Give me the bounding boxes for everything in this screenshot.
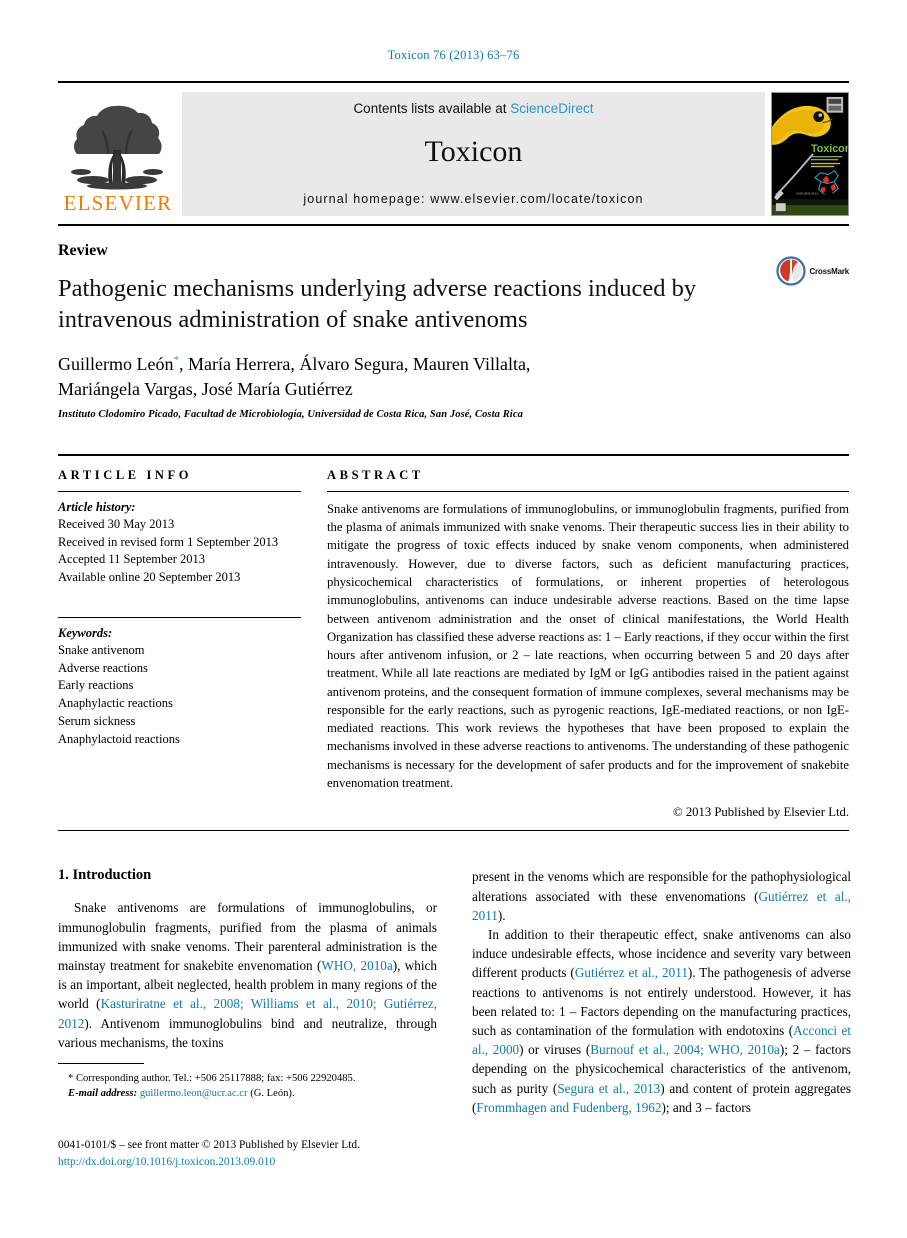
email-label: E-mail address: (68, 1088, 138, 1100)
history-received: Received 30 May 2013 (58, 516, 175, 531)
history-revised: Received in revised form 1 September 201… (58, 534, 279, 549)
keyword-item: Anaphylactoid reactions (58, 731, 180, 746)
running-head: Toxicon 76 (2013) 63–76 (387, 48, 520, 62)
corresponding-author-note: * Corresponding author. Tel.: +506 25117… (68, 1073, 356, 1084)
keyword-item: Early reactions (58, 678, 134, 693)
keyword-item: Anaphylactic reactions (58, 696, 173, 711)
authors-line1-rest: , María Herrera, Álvaro Segura, Mauren V… (178, 353, 531, 374)
right2-text-c: ) or viruses ( (519, 1042, 591, 1058)
contents-prefix: Contents lists available at (353, 101, 511, 116)
email-note: E-mail address: guillermo.leon@ucr.ac.cr… (58, 1086, 437, 1101)
abstract-bottom-rule (58, 830, 849, 832)
title-block: Review Pathogenic mechanisms underlying … (58, 226, 849, 420)
journal-title: Toxicon (424, 135, 523, 168)
keyword-item: Serum sickness (58, 713, 136, 728)
article-history-label: Article history: (58, 499, 136, 514)
elsevier-logo: ELSEVIER (58, 92, 178, 216)
info-abstract-section: ARTICLE INFO Article history: Received 3… (58, 453, 849, 821)
svg-text:Toxicon: Toxicon (811, 143, 848, 155)
copyright-line: © 2013 Published by Elsevier Ltd. (673, 805, 849, 820)
section-heading-introduction: 1. Introduction (58, 867, 152, 884)
elsevier-wordmark: ELSEVIER (63, 191, 173, 215)
crossmark-badge[interactable]: CrossMark (776, 256, 849, 286)
article-info-rule (58, 490, 301, 492)
page-title: Pathogenic mechanisms underlying adverse… (58, 275, 697, 333)
elsevier-tree-icon (71, 105, 163, 190)
footnote-rule (58, 1063, 144, 1064)
citation-link[interactable]: WHO, 2010a (321, 958, 392, 973)
right-text-b: ). (497, 907, 506, 923)
sciencedirect-link[interactable]: ScienceDirect (510, 101, 593, 116)
abstract-heading: ABSTRACT (327, 467, 424, 482)
keywords-label: Keywords: (58, 625, 113, 640)
svg-text:ISSN 0041-0101: ISSN 0041-0101 (796, 191, 818, 195)
citation-link[interactable]: Gutiérrez et al., 2011 (575, 965, 688, 980)
citation-link[interactable]: Segura et al., 2013 (557, 1081, 660, 1096)
article-page: Toxicon 76 (2013) 63–76 ELSEVIER Content… (0, 0, 907, 1238)
affiliation: Instituto Clodomiro Picado, Facultad de … (58, 408, 523, 420)
citation-link[interactable]: Frommhagen and Fudenberg, 1962 (476, 1100, 661, 1115)
keywords-rule (58, 616, 301, 618)
abstract-text: Snake antivenoms are formulations of imm… (327, 501, 849, 791)
keyword-item: Adverse reactions (58, 660, 148, 675)
keywords-block: Keywords: Snake antivenom Adverse reacti… (58, 616, 301, 749)
keyword-item: Snake antivenom (58, 642, 145, 657)
journal-masthead: ELSEVIER Contents lists available at Sci… (58, 81, 849, 216)
intro-text-c: ). Antivenom immunoglobulins bind and ne… (58, 1015, 437, 1050)
journal-cover-thumbnail: Toxicon ISSN 0041-0101 (771, 92, 849, 216)
article-info-heading: ARTICLE INFO (58, 467, 193, 482)
email-link[interactable]: guillermo.leon@ucr.ac.cr (140, 1088, 248, 1099)
issn-copyright-line: 0041-0101/$ – see front matter © 2013 Pu… (58, 1139, 360, 1151)
right-paragraph-continued: present in the venoms which are responsi… (472, 867, 851, 925)
abstract-column: ABSTRACT Snake antivenoms are formulatio… (327, 468, 849, 821)
journal-homepage-line[interactable]: journal homepage: www.elsevier.com/locat… (303, 192, 643, 206)
abstract-rule (327, 490, 849, 492)
intro-paragraph-left: Snake antivenoms are formulations of imm… (58, 898, 437, 1052)
right2-text-f: ); and 3 – factors (661, 1099, 751, 1115)
citation-link[interactable]: Burnouf et al., 2004; WHO, 2010a (590, 1042, 780, 1057)
author-list: Guillermo León*, María Herrera, Álvaro S… (58, 352, 758, 403)
imprint-block: 0041-0101/$ – see front matter © 2013 Pu… (58, 1137, 478, 1171)
history-online: Available online 20 September 2013 (58, 570, 241, 585)
author-corresponding: Guillermo León (58, 353, 174, 374)
article-info-column: ARTICLE INFO Article history: Received 3… (58, 468, 301, 821)
body-column-right: present in the venoms which are responsi… (472, 867, 851, 1117)
masthead-center-panel: Contents lists available at ScienceDirec… (182, 92, 765, 216)
right-paragraph-2: In addition to their therapeutic effect,… (472, 925, 851, 1117)
crossmark-label: CrossMark (809, 266, 849, 276)
footnote-block: * Corresponding author. Tel.: +506 25117… (58, 1063, 437, 1101)
authors-line2: Mariángela Vargas, José María Gutiérrez (58, 379, 353, 400)
contents-available-line: Contents lists available at ScienceDirec… (353, 101, 593, 116)
article-type: Review (58, 242, 108, 259)
history-accepted: Accepted 11 September 2013 (58, 552, 206, 567)
cover-artwork: Toxicon ISSN 0041-0101 (772, 93, 848, 215)
doi-link[interactable]: http://dx.doi.org/10.1016/j.toxicon.2013… (58, 1156, 275, 1168)
crossmark-icon (776, 256, 807, 286)
email-suffix: (G. León). (250, 1088, 295, 1100)
